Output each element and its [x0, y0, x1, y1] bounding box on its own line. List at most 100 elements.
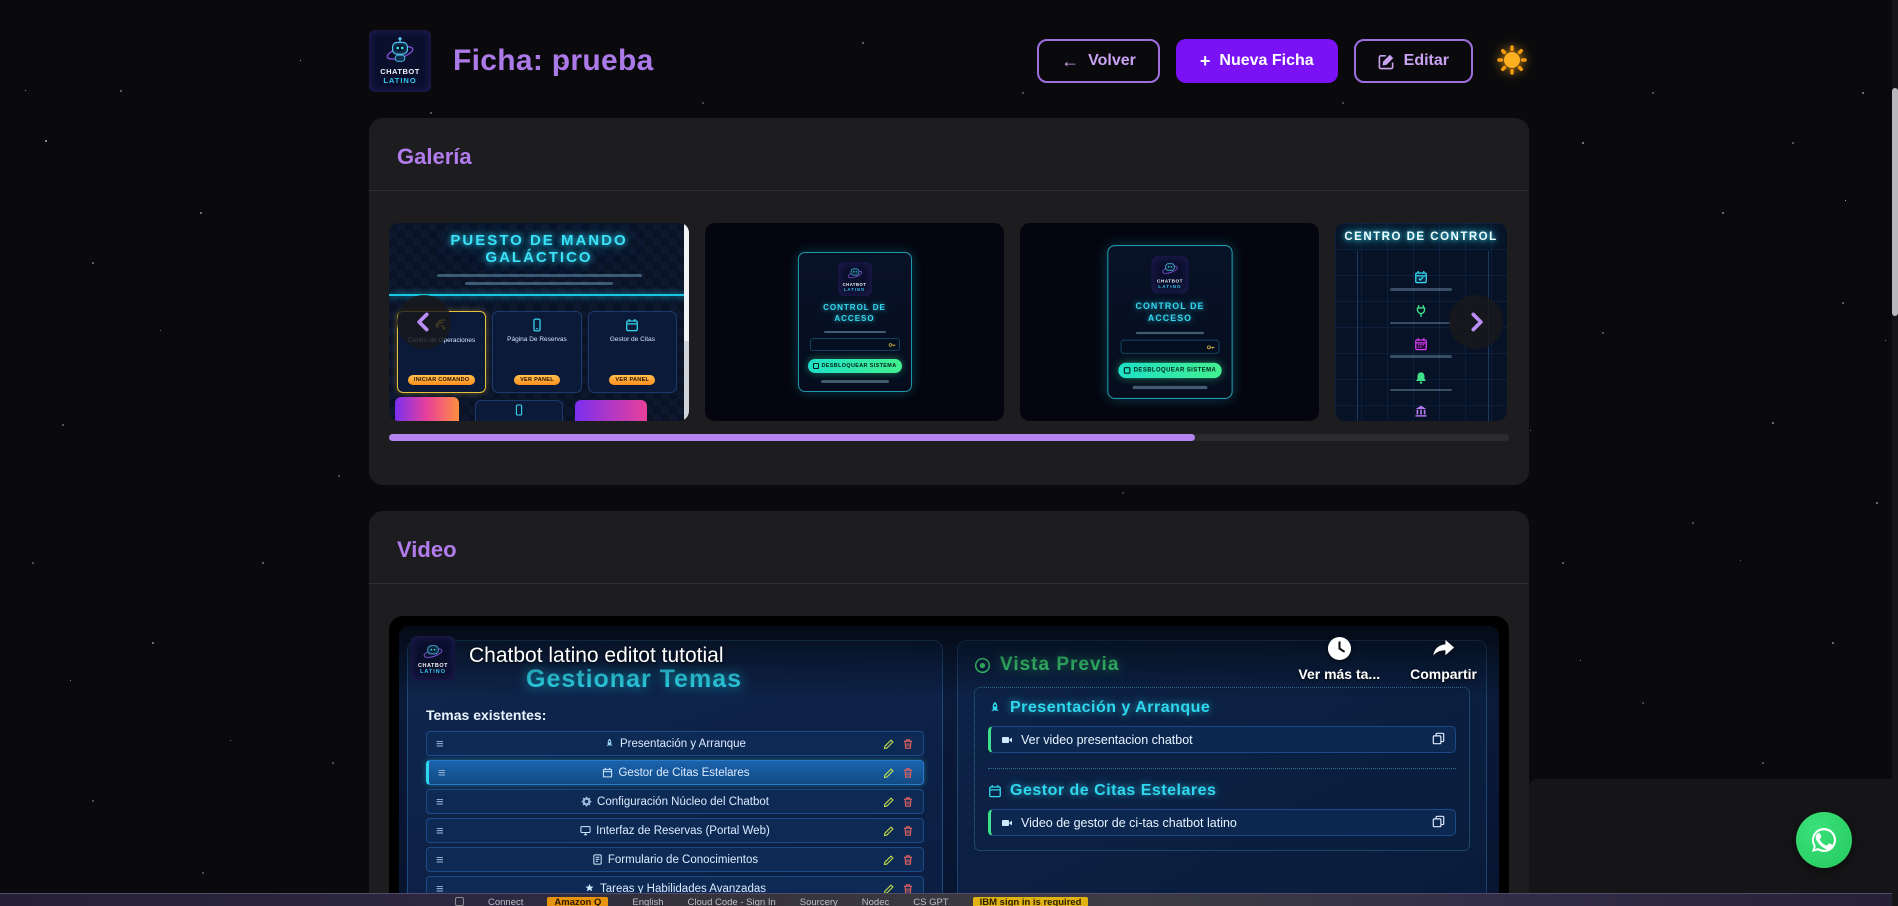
slide1-subtitle-bar — [437, 274, 642, 277]
calendar-icon — [602, 767, 613, 778]
share-button[interactable]: Compartir — [1410, 636, 1477, 682]
drag-handle-icon: ≡ — [438, 765, 446, 780]
section-divider — [369, 190, 1529, 191]
bookmark-connect[interactable]: Connect — [488, 897, 523, 906]
slide4-item-label-bar — [1390, 322, 1452, 325]
arrow-left-icon: ← — [1061, 52, 1079, 70]
editar-button[interactable]: Editar — [1354, 39, 1473, 83]
nueva-ficha-label: Nueva Ficha — [1219, 52, 1313, 70]
editar-label: Editar — [1404, 52, 1449, 70]
slide1-card-gestor-citas: Gestor de Citas VER PANEL — [588, 311, 677, 393]
nueva-ficha-button[interactable]: + Nueva Ficha — [1176, 39, 1338, 83]
preview-section-title: Presentación y Arranque — [1010, 699, 1210, 717]
page-scrollbar-thumb[interactable] — [1892, 88, 1898, 316]
eye-icon — [974, 657, 991, 674]
app-logo-mini: CHATBOT LATINO — [1151, 256, 1188, 293]
trash-icon — [902, 738, 914, 750]
chevron-left-icon — [411, 309, 437, 335]
tema-label: Presentación y Arranque — [620, 738, 746, 750]
carousel-scrollbar[interactable] — [389, 434, 1509, 441]
tema-row: ≡ Formulario de Conocimientos — [426, 847, 924, 872]
watch-later-button[interactable]: Ver más ta... — [1298, 636, 1380, 682]
robot-icon — [845, 266, 865, 282]
temas-existentes-label: Temas existentes: — [426, 707, 546, 723]
mini-card-button: VER PANEL — [514, 375, 560, 385]
robot-icon — [420, 642, 446, 663]
gallery-slide-control-acceso-2[interactable]: CHATBOT LATINO CONTROL DE ACCESO DESBLOQ… — [1020, 223, 1319, 421]
theme-toggle-button[interactable] — [1495, 44, 1529, 78]
page-scrollbar[interactable] — [1892, 0, 1898, 906]
video-camera-icon — [1001, 734, 1013, 746]
carousel-prev-button[interactable] — [397, 295, 451, 349]
copy-button — [1432, 732, 1445, 748]
access-title-line2: ACCESO — [1147, 313, 1191, 323]
tema-label: Configuración Núcleo del Chatbot — [597, 796, 769, 808]
vista-previa-box: Presentación y Arranque Ver video presen… — [974, 687, 1470, 851]
gallery-slide-control-acceso-1[interactable]: CHATBOT LATINO CONTROL DE ACCESO DESBLOQ… — [705, 223, 1004, 421]
volver-button[interactable]: ← Volver — [1037, 39, 1160, 83]
edit-pencil-icon — [883, 738, 895, 750]
access-footer-bar — [821, 380, 889, 383]
copy-button — [1432, 815, 1445, 831]
slide1-divider — [389, 294, 689, 296]
slide4-menu-item — [1390, 371, 1452, 392]
slide4-item-label-bar — [1390, 355, 1452, 358]
video-channel-avatar[interactable]: CHATBOT LATINO — [411, 636, 455, 680]
background-bookmarks-bar: Connect Amazon Q English Cloud Code - Si… — [0, 893, 1898, 906]
bookmark-sourcery[interactable]: Sourcery — [800, 897, 838, 906]
video-player[interactable]: Gestionar Temas Temas existentes: ≡ Pres… — [389, 616, 1509, 906]
app-logo-mini: CHATBOT LATINO — [838, 262, 872, 296]
tema-row: ≡ Configuración Núcleo del Chatbot — [426, 789, 924, 814]
phone-icon — [513, 404, 525, 416]
bookmark-amazon-q[interactable]: Amazon Q — [547, 897, 608, 906]
bookmark-english[interactable]: English — [632, 897, 663, 906]
share-label: Compartir — [1410, 666, 1477, 682]
video-section: Video Gestionar Temas Temas existentes: … — [369, 511, 1529, 906]
mini-card-button: VER PANEL — [609, 375, 655, 385]
access-title-line1: CONTROL DE — [823, 303, 886, 312]
tema-label: Formulario de Conocimientos — [608, 854, 758, 866]
access-title-line2: ACCESO — [834, 314, 874, 323]
bookmark-favicon[interactable] — [455, 897, 464, 906]
slide1-card-pagina-reservas: Página De Reservas VER PANEL — [492, 311, 581, 393]
carousel-scrollbar-thumb[interactable] — [389, 434, 1195, 441]
bell-icon — [1414, 371, 1428, 385]
access-label-bar — [1135, 332, 1203, 335]
trash-icon — [902, 854, 914, 866]
tema-label: Gestor de Citas Estelares — [618, 767, 749, 779]
trash-icon — [902, 796, 914, 808]
bookmark-nodec[interactable]: Nodec — [862, 897, 889, 906]
preview-section-title: Gestor de Citas Estelares — [1010, 782, 1216, 800]
trash-icon — [902, 767, 914, 779]
access-label-bar — [824, 331, 886, 334]
video-section-title: Video — [389, 537, 1509, 583]
video-title-link[interactable]: Chatbot latino editot tutotial — [469, 644, 724, 668]
slide1-partial-gradient-card — [575, 400, 647, 421]
tema-row: ≡ Presentación y Arranque — [426, 731, 924, 756]
key-icon — [1206, 343, 1215, 352]
carousel-next-button[interactable] — [1449, 295, 1503, 349]
tema-row-selected: ≡ Gestor de Citas Estelares — [426, 760, 924, 785]
watch-later-label: Ver más ta... — [1298, 666, 1380, 682]
logo-text-line2: LATINO — [420, 669, 446, 675]
calendar-check-icon — [1414, 270, 1428, 284]
slide1-title-line2: GALÁCTICO — [389, 249, 689, 266]
slide4-menu-item — [1390, 270, 1452, 291]
key-icon — [888, 341, 896, 349]
preview-video-row: Ver video presentacion chatbot — [988, 726, 1456, 753]
logo-text-line2: LATINO — [1158, 284, 1181, 290]
gallery-carousel: PUESTO DE MANDO GALÁCTICO Centro de Oper… — [389, 223, 1509, 421]
preview-video-label: Video de gestor de ci-tas chatbot latino — [1021, 816, 1237, 830]
whatsapp-button[interactable] — [1796, 812, 1852, 868]
sun-icon — [1497, 45, 1527, 75]
monitor-icon — [580, 825, 591, 836]
copy-icon — [1432, 732, 1445, 745]
bookmark-ibm-signin[interactable]: IBM sign in is required — [973, 897, 1089, 906]
trash-icon — [902, 825, 914, 837]
drag-handle-icon: ≡ — [436, 823, 444, 838]
video-screen: Gestionar Temas Temas existentes: ≡ Pres… — [399, 626, 1499, 906]
bookmark-cs-gpt[interactable]: CS GPT — [913, 897, 948, 906]
preview-section: Presentación y Arranque Ver video presen… — [988, 699, 1456, 753]
chevron-right-icon — [1463, 309, 1489, 335]
bookmark-cloud-code[interactable]: Cloud Code - Sign In — [688, 897, 776, 906]
